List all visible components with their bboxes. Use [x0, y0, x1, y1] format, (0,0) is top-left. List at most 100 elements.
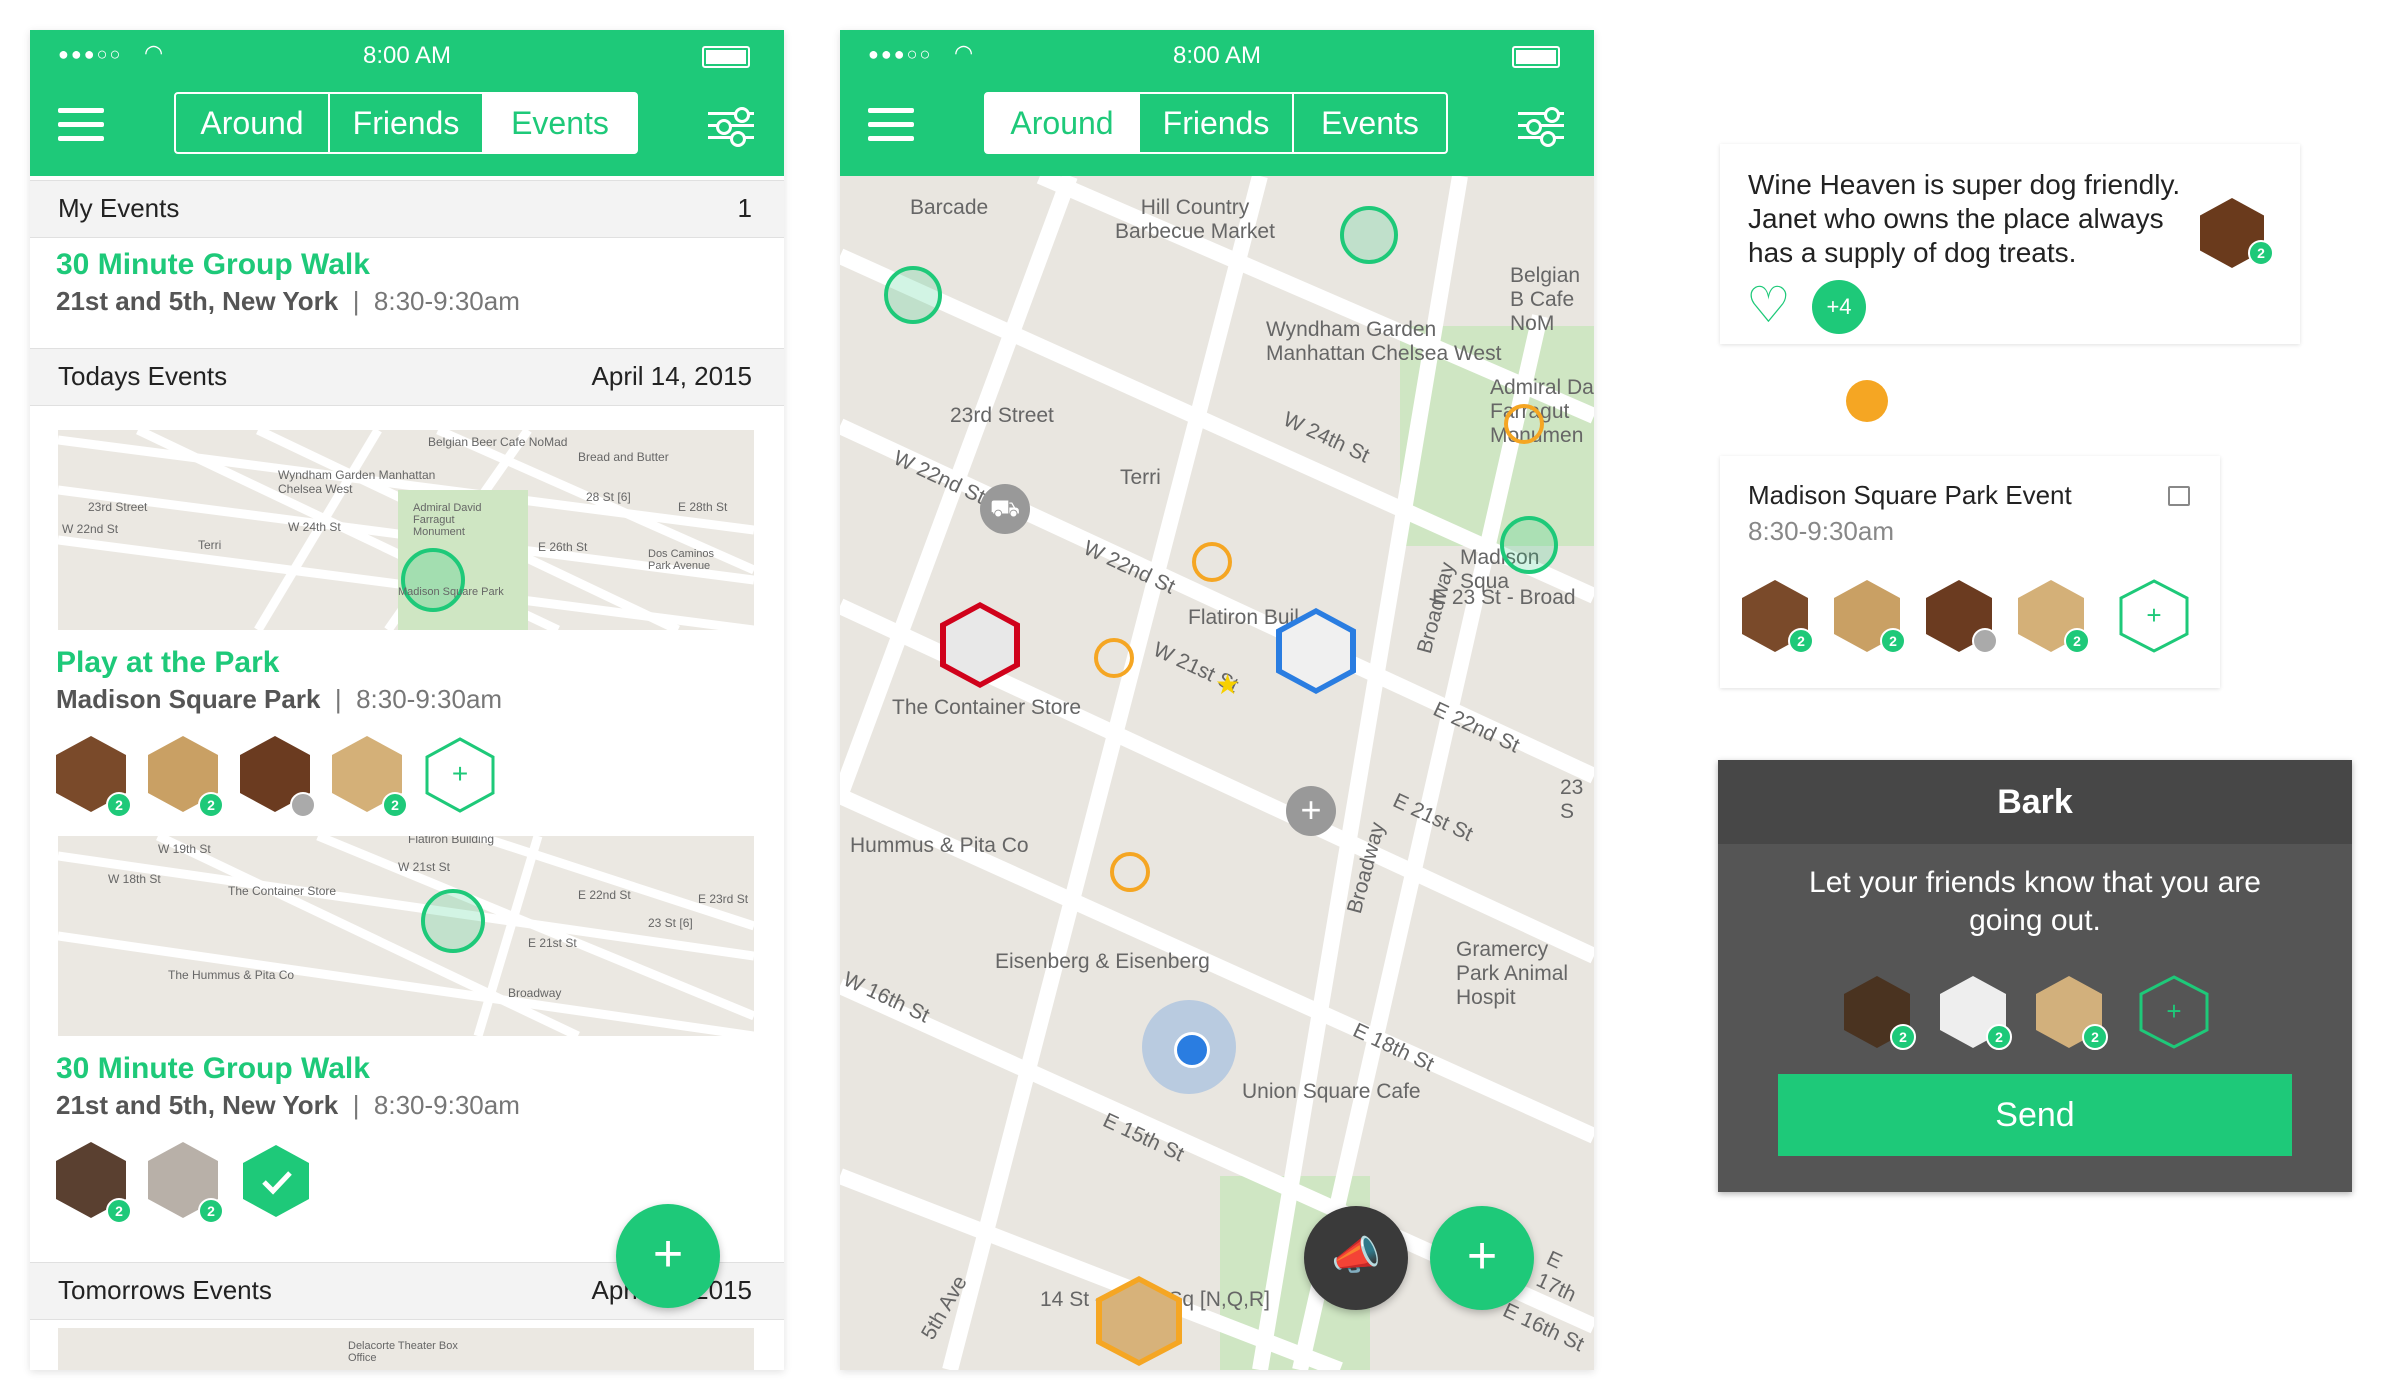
vet-marker-icon[interactable]: +: [1286, 786, 1336, 836]
tab-events[interactable]: Events: [1294, 94, 1446, 152]
event-title[interactable]: Play at the Park: [56, 646, 279, 680]
my-location-dot: [1174, 1032, 1210, 1068]
event-location: Madison Square Park: [56, 684, 321, 714]
map-label: Eisenberg & Eisenberg: [995, 950, 1210, 973]
count-badge: 2: [106, 792, 132, 818]
event-map-thumbnail[interactable]: W 19th St Flatiron Building W 18th St Th…: [58, 836, 754, 1036]
map-label: E 28th St: [678, 500, 728, 514]
attendee-avatars: 2 2: [56, 1142, 356, 1224]
map-label: W 21st St: [398, 860, 451, 874]
event-card-time: 8:30-9:30am: [1748, 516, 1894, 546]
map-view[interactable]: Barcade Hill Country Barbecue Market Bel…: [840, 176, 1594, 1370]
top-bar: ●●●○○ ◠ 8:00 AM Around Friends Events: [30, 30, 784, 176]
tab-bar: Around Friends Events: [984, 92, 1448, 154]
battery-icon: [1512, 46, 1560, 68]
count-badge: 2: [198, 1198, 224, 1224]
svg-text:+: +: [452, 758, 468, 789]
count-badge: 2: [382, 792, 408, 818]
todays-events-date: April 14, 2015: [591, 361, 752, 391]
count-badge: 2: [198, 792, 224, 818]
event-map-thumbnail[interactable]: Belgian Beer Cafe NoMad Wyndham Garden M…: [58, 430, 754, 630]
map-label: Terri: [1120, 466, 1161, 489]
friend-marker[interactable]: [1504, 404, 1544, 444]
event-subtitle: 21st and 5th, New York | 8:30-9:30am: [56, 286, 520, 316]
count-badge: 2: [1788, 628, 1814, 654]
battery-icon: [702, 46, 750, 68]
count-badge: 2: [106, 1198, 132, 1224]
map-label: Flatiron Building: [408, 836, 495, 846]
add-button[interactable]: +: [1430, 1206, 1534, 1310]
event-marker[interactable]: [1500, 516, 1558, 574]
count-badge: 2: [2082, 1024, 2108, 1050]
map-label: Admiral David Farragut Monument: [413, 502, 482, 538]
heart-icon[interactable]: ♡: [1746, 280, 1791, 330]
events-screen: ●●●○○ ◠ 8:00 AM Around Friends Events My…: [30, 30, 784, 1370]
event-card[interactable]: Madison Square Park Event 8:30-9:30am 2 …: [1720, 456, 2220, 688]
my-events-label: My Events: [58, 193, 180, 223]
add-friend-button[interactable]: +: [2138, 974, 2210, 1050]
map-label: E 22nd St: [578, 888, 631, 902]
svg-text:+: +: [2166, 996, 2181, 1026]
map-label: The Container Store: [228, 884, 337, 898]
map-label: 28 St [6]: [586, 490, 631, 504]
map-label: Union Square Cafe: [1242, 1080, 1421, 1103]
map-label: Wyndham Garden Manhattan Chelsea West: [278, 468, 436, 496]
friend-marker[interactable]: [1192, 542, 1232, 582]
count-badge: 2: [2064, 628, 2090, 654]
menu-icon[interactable]: [58, 108, 104, 142]
status-time: 8:00 AM: [1172, 42, 1262, 69]
friend-marker[interactable]: [1110, 852, 1150, 892]
map-label: 23rd Street: [88, 500, 148, 514]
map-label: Gramercy Park Animal Hospit: [1456, 938, 1569, 1009]
event-title[interactable]: 30 Minute Group Walk: [56, 248, 370, 282]
map-label: Dos Caminos Park Avenue: [648, 548, 715, 572]
event-map-thumbnail[interactable]: Delacorte Theater Box Office: [58, 1328, 754, 1370]
map-label: E 23rd St: [698, 892, 749, 906]
map-label: W 19th St: [158, 842, 211, 856]
event-location: 21st and 5th, New York: [56, 286, 339, 316]
tab-bar: Around Friends Events: [174, 92, 638, 154]
bark-dialog-title: Bark: [1718, 760, 2352, 844]
tab-friends[interactable]: Friends: [330, 94, 484, 152]
tab-friends[interactable]: Friends: [1140, 94, 1294, 152]
friend-location-dot[interactable]: [1846, 380, 1888, 422]
filter-icon[interactable]: [1518, 106, 1564, 147]
add-attendee-button[interactable]: +: [2118, 578, 2190, 654]
map-label: 23 S: [1560, 776, 1584, 823]
tab-around[interactable]: Around: [986, 94, 1140, 152]
pet-store-icon[interactable]: ⛟: [980, 484, 1030, 534]
todays-events-label: Todays Events: [58, 361, 228, 391]
event-location: 21st and 5th, New York: [56, 1090, 339, 1120]
event-marker[interactable]: [1340, 206, 1398, 264]
event-time: 8:30-9:30am: [356, 684, 503, 714]
likes-count-badge[interactable]: +4: [1812, 280, 1866, 334]
status-bar: ●●●○○ ◠ 8:00 AM: [840, 40, 1594, 74]
map-label: W 18th St: [108, 872, 161, 886]
comment-text: Wine Heaven is super dog friendly. Janet…: [1748, 169, 2181, 268]
map-label: E 21st St: [528, 936, 577, 950]
bark-button[interactable]: 📣: [1304, 1206, 1408, 1310]
menu-icon[interactable]: [868, 108, 914, 142]
friend-marker[interactable]: [1094, 638, 1134, 678]
map-label: 23 St [6]: [648, 916, 693, 930]
map-label: Hummus & Pita Co: [850, 834, 1029, 857]
event-card-title: Madison Square Park Event: [1748, 480, 2072, 510]
send-button[interactable]: Send: [1778, 1074, 2292, 1156]
bark-dialog: Bark Let your friends know that you are …: [1718, 760, 2352, 1192]
map-label: The Hummus & Pita Co: [168, 968, 295, 982]
calendar-icon[interactable]: [2168, 486, 2190, 506]
todays-events-header: Todays Events April 14, 2015: [30, 348, 784, 406]
tab-events[interactable]: Events: [484, 94, 636, 152]
tab-around[interactable]: Around: [176, 94, 330, 152]
count-badge: 2: [1890, 1024, 1916, 1050]
map-label: E 26th St: [538, 540, 588, 554]
event-title[interactable]: 30 Minute Group Walk: [56, 1052, 370, 1086]
add-event-button[interactable]: +: [616, 1204, 720, 1308]
add-attendee-button[interactable]: +: [424, 736, 496, 814]
filter-icon[interactable]: [708, 106, 754, 147]
event-subtitle: 21st and 5th, New York | 8:30-9:30am: [56, 1090, 520, 1120]
joined-check-button[interactable]: [240, 1142, 312, 1220]
event-marker[interactable]: [884, 266, 942, 324]
event-time: 8:30-9:30am: [373, 1090, 520, 1120]
map-label: E 23 St - Broad: [1432, 586, 1576, 609]
